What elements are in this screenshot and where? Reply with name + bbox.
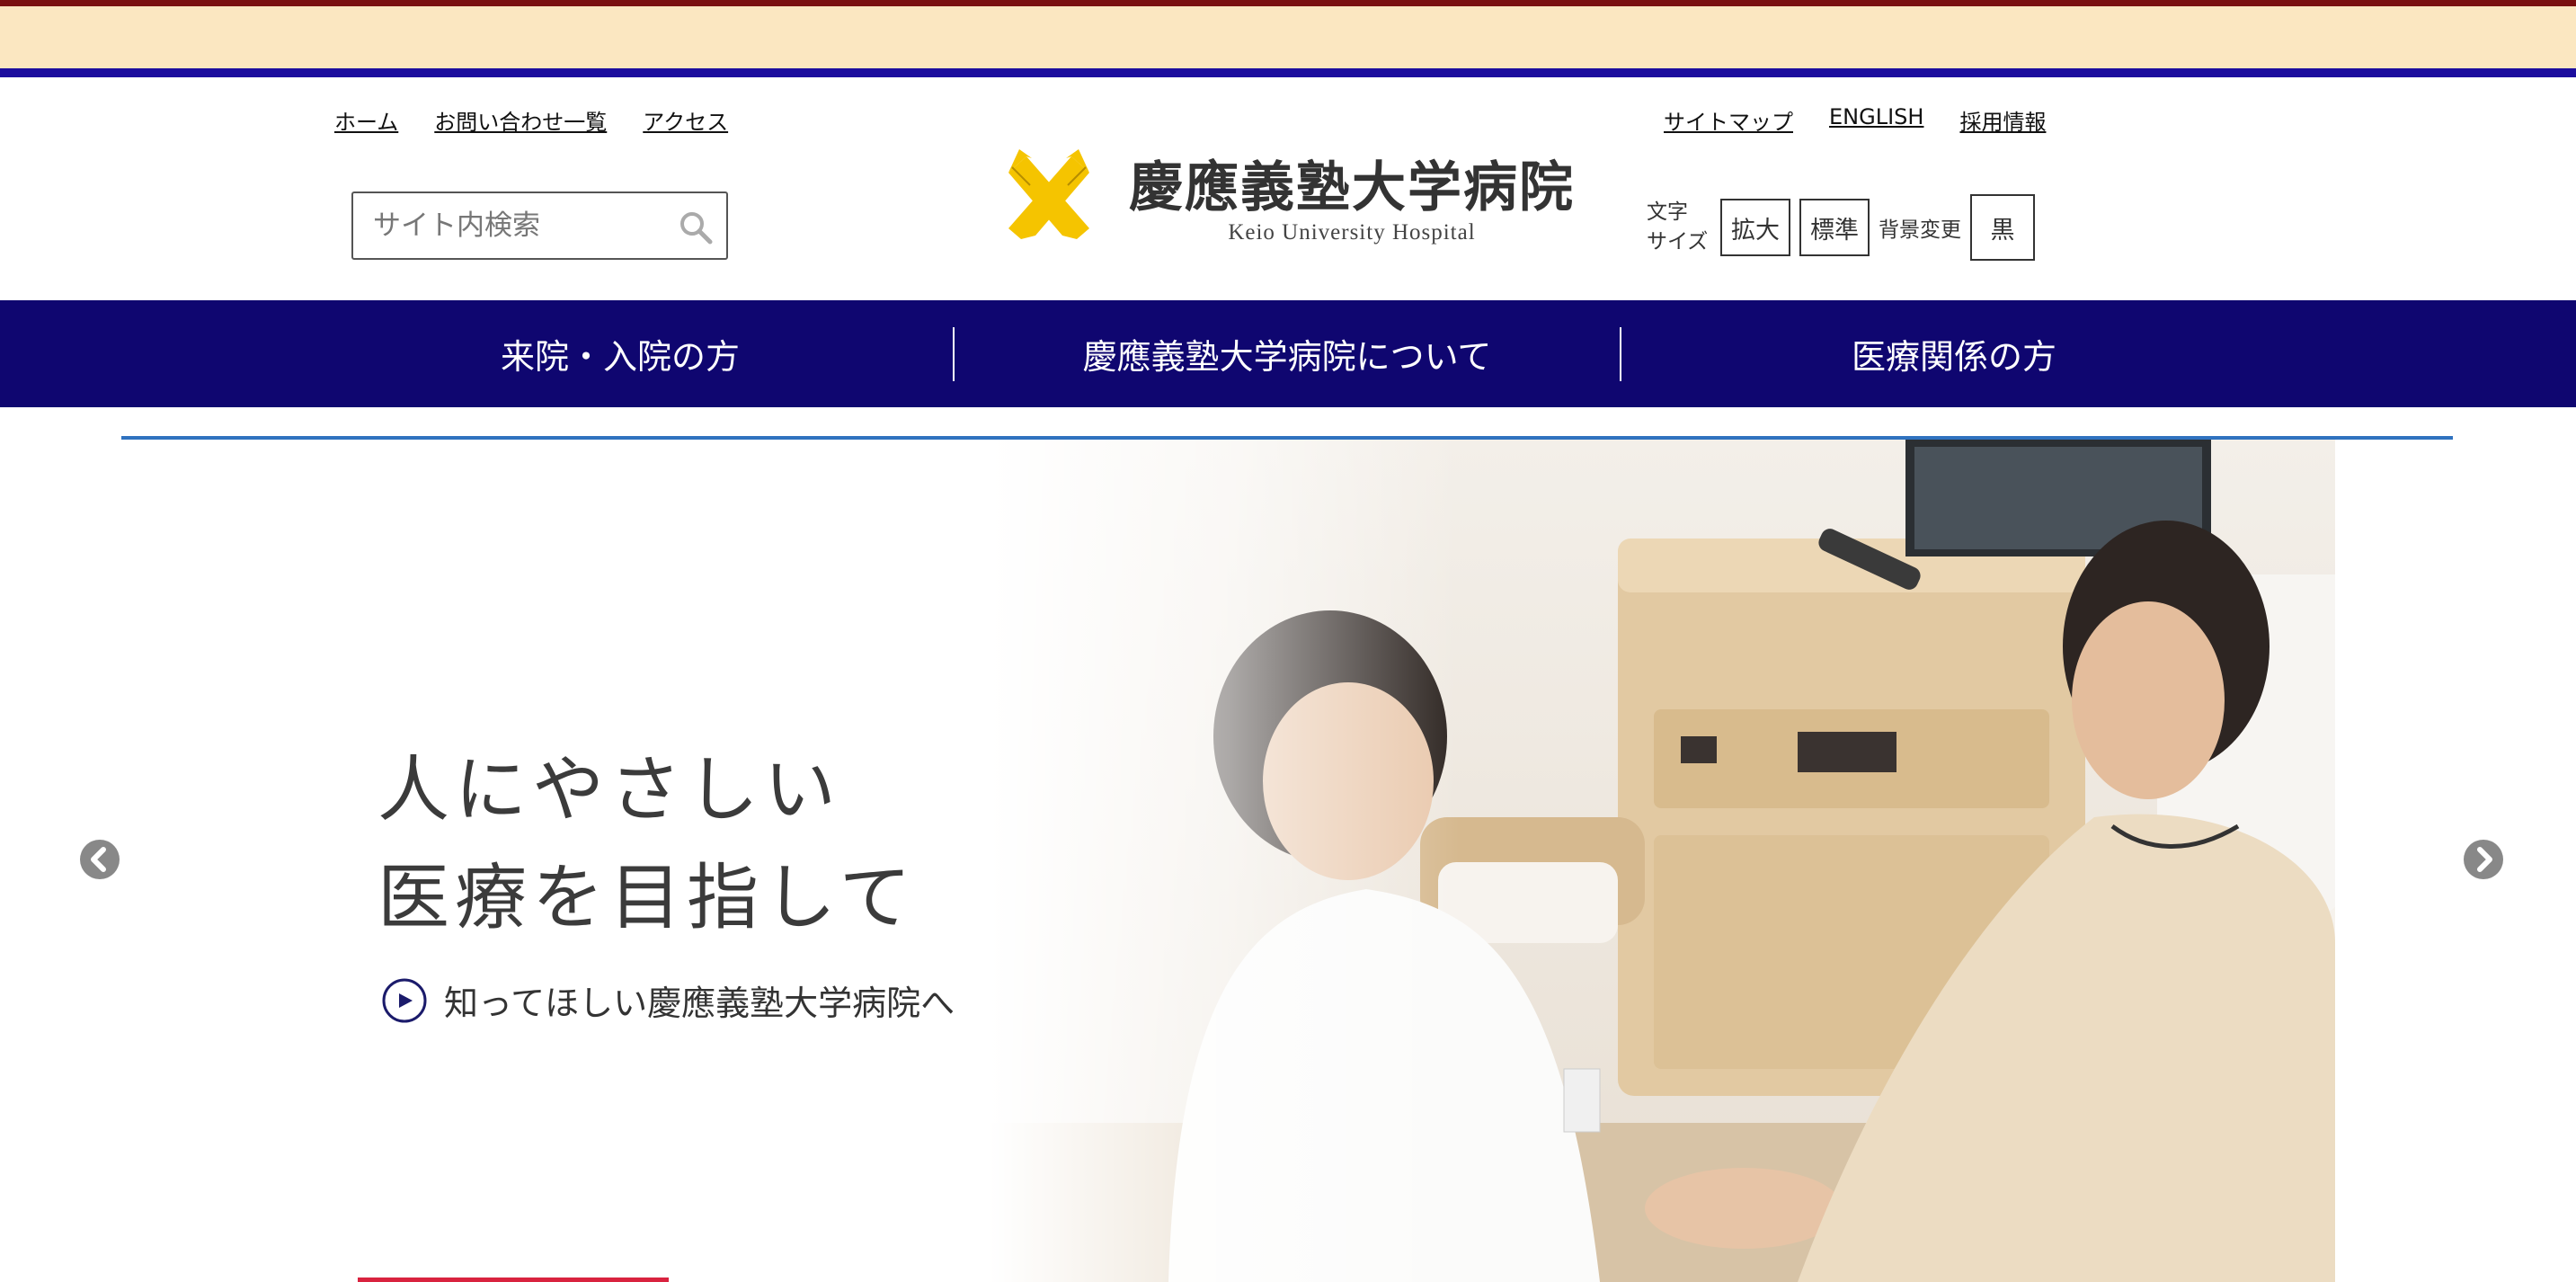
search-icon[interactable]: [678, 209, 714, 245]
slider-indicator-bar: [358, 1278, 669, 1282]
hero-headline-line1: 人にやさしい: [378, 748, 841, 832]
utility-nav-left: ホーム お問い合わせ一覧 アクセス: [334, 104, 728, 136]
search-input[interactable]: [373, 209, 679, 242]
sitemap-link[interactable]: サイトマップ: [1664, 104, 1793, 136]
english-link[interactable]: ENGLISH: [1829, 104, 1923, 136]
logo-name-ja: 慶應義塾大学病院: [1129, 156, 1575, 219]
hero-headline: 人にやさしい 医療を目指して: [378, 736, 917, 952]
nav-medical-professionals[interactable]: 医療関係の方: [1621, 300, 2287, 407]
access-link[interactable]: アクセス: [643, 104, 728, 136]
text-size-label-line1: 文字: [1647, 200, 1688, 224]
play-circle-icon: [382, 978, 427, 1022]
hospital-logo[interactable]: 慶應義塾大学病院 Keio University Hospital: [999, 140, 1575, 248]
pen-cross-logo-icon: [1008, 149, 1089, 239]
black-background-button[interactable]: 黒: [1970, 194, 2035, 261]
site-header: ホーム お問い合わせ一覧 アクセス サイトマップ ENGLISH 採用情報 サイ…: [0, 77, 2576, 300]
background-change-label: 背景変更: [1879, 218, 1961, 242]
text-size-label-line2: サイズ: [1647, 230, 1709, 254]
main-nav: 来院・入院の方 慶應義塾大学病院について 医療関係の方: [0, 300, 2576, 407]
hero-headline-line2: 医療を目指して: [378, 856, 917, 939]
nav-about[interactable]: 慶應義塾大学病院について: [955, 300, 1620, 407]
hero-slider: 人にやさしい 医療を目指して 知ってほしい慶應義塾大学病院へ: [0, 440, 2576, 1282]
enlarge-text-button[interactable]: 拡大: [1720, 199, 1790, 256]
chevron-right-icon[interactable]: [2463, 839, 2504, 880]
standard-text-button[interactable]: 標準: [1799, 199, 1870, 256]
hero-learn-more-link[interactable]: 知ってほしい慶應義塾大学病院へ: [381, 975, 955, 1025]
utility-nav-right: サイトマップ ENGLISH 採用情報: [1664, 104, 2046, 136]
contact-list-link[interactable]: お問い合わせ一覧: [434, 104, 607, 136]
nav-visitors[interactable]: 来院・入院の方: [333, 300, 908, 407]
home-link[interactable]: ホーム: [334, 104, 398, 136]
recruit-link[interactable]: 採用情報: [1959, 104, 2046, 136]
text-size-controls: 文字 サイズ 拡大 標準 背景変更 黒: [1647, 194, 2035, 261]
hero-photo-nurse-patient: [989, 440, 2335, 1282]
logo-text: 慶應義塾大学病院 Keio University Hospital: [1129, 144, 1575, 245]
text-size-label: 文字 サイズ: [1647, 198, 1711, 257]
hero-link-text: 知ってほしい慶應義塾大学病院へ: [444, 984, 955, 1023]
top-banner: [0, 0, 2576, 77]
chevron-left-icon[interactable]: [79, 839, 120, 880]
site-search: [351, 191, 728, 260]
logo-name-en: Keio University Hospital: [1228, 219, 1476, 245]
